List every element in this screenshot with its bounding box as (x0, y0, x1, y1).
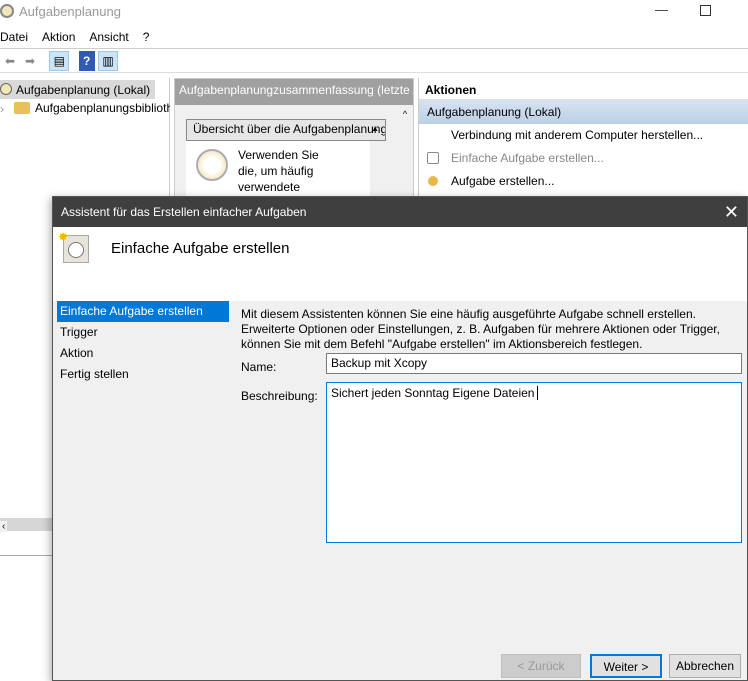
help-icon[interactable]: ? (78, 51, 95, 71)
clock-icon (0, 83, 12, 95)
back-button[interactable]: < Zurück (501, 654, 581, 678)
wizard-steps: Einfache Aufgabe erstellen Trigger Aktio… (57, 301, 229, 385)
task-wizard-icon: ✸ (58, 230, 89, 263)
dialog-header: ✸ Einfache Aufgabe erstellen (53, 227, 747, 301)
next-button[interactable]: Weiter > (590, 654, 662, 678)
tree-item-root[interactable]: Aufgabenplanung (Lokal) (0, 80, 155, 99)
step-trigger[interactable]: Trigger (57, 322, 229, 343)
maximize-button[interactable] (700, 5, 711, 16)
forward-arrow-icon[interactable]: ➡ (20, 51, 40, 71)
expand-chevron-icon[interactable]: › (0, 102, 4, 116)
step-finish[interactable]: Fertig stellen (57, 364, 229, 385)
menu-aktion[interactable]: Aktion (42, 30, 75, 44)
close-icon[interactable]: ✕ (724, 197, 739, 227)
menu-ansicht[interactable]: Ansicht (89, 30, 128, 44)
tree-item-library[interactable]: › Aufgabenplanungsbibliothek (0, 99, 170, 118)
section-title: Übersicht über die Aufgabenplanung (193, 122, 386, 136)
name-label: Name: (241, 360, 277, 374)
intro-line: können Sie mit dem Befehl "Aufgabe erste… (241, 337, 643, 351)
dialog-title: Assistent für das Erstellen einfacher Au… (61, 205, 307, 219)
step-create-basic-task[interactable]: Einfache Aufgabe erstellen (57, 301, 229, 322)
basic-task-wizard-dialog: Assistent für das Erstellen einfacher Au… (52, 196, 748, 681)
intro-text: Mit diesem Assistenten können Sie eine h… (241, 307, 720, 352)
intro-line: Mit diesem Assistenten können Sie eine h… (241, 307, 696, 321)
tree-root-label: Aufgabenplanung (Lokal) (16, 83, 151, 97)
task-wizard-icon (427, 152, 439, 164)
minimize-button[interactable]: — (655, 2, 668, 17)
vertical-scrollbar[interactable]: ^ (397, 109, 413, 209)
action-label: Einfache Aufgabe erstellen... (451, 151, 604, 165)
window-title: Aufgabenplanung (19, 4, 121, 19)
overview-text: Verwenden Sie die, um häufig verwendete (238, 148, 319, 194)
text-cursor (537, 386, 542, 400)
task-icon (428, 176, 438, 186)
dialog-heading: Einfache Aufgabe erstellen (111, 240, 290, 257)
back-arrow-icon[interactable]: ⬅ (0, 51, 20, 71)
menu-datei[interactable]: Datei (0, 30, 28, 44)
actions-pane: Aktionen Aufgabenplanung (Lokal) Verbind… (418, 78, 748, 198)
action-label: Verbindung mit anderem Computer herstell… (451, 128, 704, 142)
toolbar: ⬅ ➡ ▤ ? ▥ (0, 48, 748, 72)
actions-group[interactable]: Aufgabenplanung (Lokal) (419, 100, 748, 124)
action-create-basic-task[interactable]: Einfache Aufgabe erstellen... (419, 147, 748, 170)
action-create-task[interactable]: Aufgabe erstellen... (419, 170, 748, 193)
tree-library-label: Aufgabenplanungsbibliothek (35, 101, 170, 115)
summary-header: Aufgabenplanungzusammenfassung (letzte A… (175, 79, 413, 105)
collapse-icon[interactable]: ▲ (371, 124, 379, 133)
description-label: Beschreibung: (241, 389, 318, 403)
step-action[interactable]: Aktion (57, 343, 229, 364)
description-textarea[interactable]: Sichert jeden Sonntag Eigene Dateien (326, 382, 742, 543)
folder-clock-icon (14, 102, 30, 114)
cancel-button[interactable]: Abbrechen (669, 654, 741, 678)
description-value: Sichert jeden Sonntag Eigene Dateien (331, 386, 535, 400)
actions-header: Aktionen (419, 78, 748, 100)
clock-icon (196, 149, 228, 181)
action-connect[interactable]: Verbindung mit anderem Computer herstell… (419, 124, 748, 147)
clock-icon (0, 4, 14, 18)
name-input[interactable]: Backup mit Xcopy (326, 353, 742, 374)
show-tree-button[interactable]: ▤ (49, 51, 70, 71)
dialog-titlebar: Assistent für das Erstellen einfacher Au… (53, 197, 747, 227)
action-label: Aufgabe erstellen... (451, 174, 555, 188)
window-titlebar: Aufgabenplanung — (0, 0, 748, 24)
menu-help[interactable]: ? (143, 30, 150, 44)
show-actions-button[interactable]: ▥ (98, 51, 119, 71)
intro-line: Erweiterte Optionen oder Einstellungen, … (241, 322, 720, 336)
overview-section-header[interactable]: Übersicht über die Aufgabenplanung ▲ (186, 119, 386, 141)
summary-pane: Aufgabenplanungzusammenfassung (letzte A… (174, 78, 414, 211)
menu-bar: Datei Aktion Ansicht? (0, 30, 163, 44)
